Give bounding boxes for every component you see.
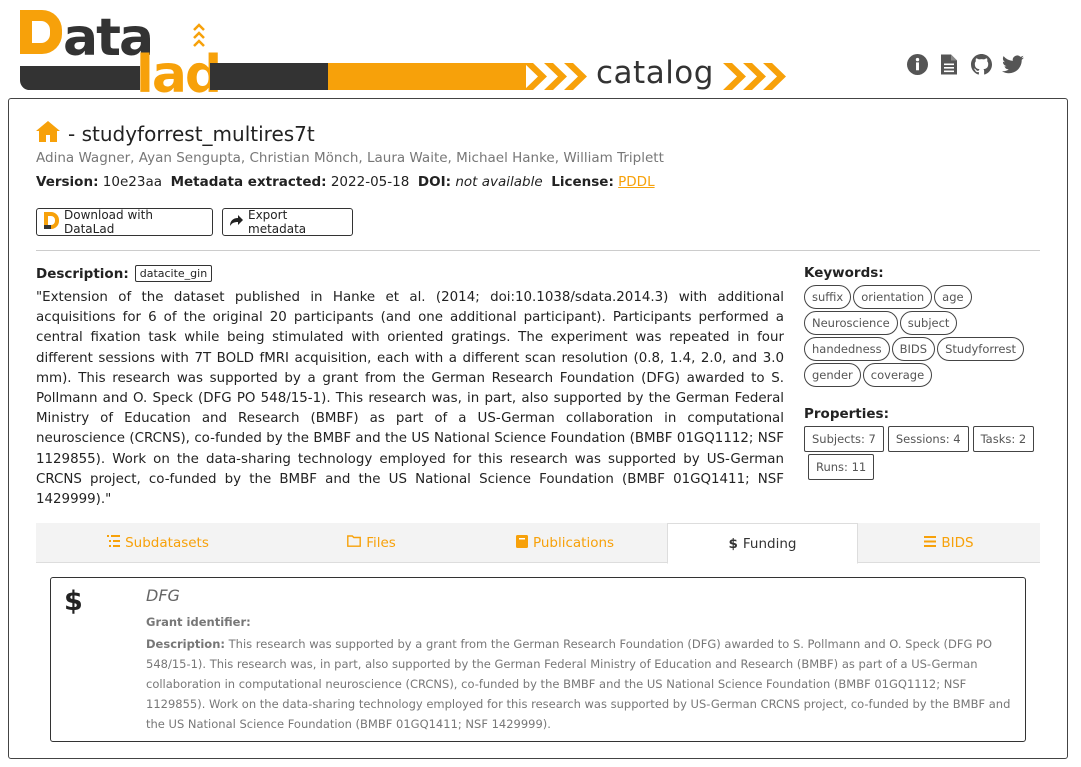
header-icon-links bbox=[906, 53, 1024, 75]
doi-value: not available bbox=[455, 174, 543, 190]
version-value: 10e23aa bbox=[102, 174, 162, 190]
folder-icon bbox=[347, 535, 362, 551]
keyword-pill[interactable]: suffix bbox=[804, 285, 852, 309]
description-label: Description: bbox=[36, 265, 129, 282]
funding-name: DFG bbox=[146, 586, 180, 605]
tab-label: Funding bbox=[742, 535, 797, 552]
metadata-extracted-value: 2022-05-18 bbox=[330, 174, 410, 190]
content-tabs: Subdatasets Files Publications $ Funding… bbox=[36, 523, 1040, 564]
home-icon[interactable] bbox=[36, 121, 60, 146]
property-badge: Runs: 11 bbox=[808, 454, 875, 480]
download-with-datalad-button[interactable]: Download with DataLad bbox=[36, 208, 213, 236]
export-metadata-button[interactable]: Export metadata bbox=[222, 208, 353, 236]
share-icon bbox=[230, 214, 243, 230]
catalog-label: catalog bbox=[596, 55, 714, 91]
bars-icon bbox=[924, 535, 937, 551]
keyword-pill[interactable]: coverage bbox=[862, 363, 933, 387]
dataset-authors: Adina Wagner, Ayan Sengupta, Christian M… bbox=[36, 150, 664, 166]
metadata-extracted-label: Metadata extracted: bbox=[170, 174, 327, 190]
license-link[interactable]: PDDL bbox=[618, 174, 654, 190]
tab-bids[interactable]: BIDS bbox=[858, 523, 1040, 563]
keyword-pill[interactable]: BIDS bbox=[891, 337, 936, 361]
keyword-pill[interactable]: handedness bbox=[804, 337, 890, 361]
funding-description-text: This research was supported by a grant f… bbox=[146, 637, 1011, 731]
datalad-icon bbox=[44, 212, 59, 232]
tab-label: Files bbox=[366, 535, 396, 551]
dataset-title: - studyforrest_multires7t bbox=[68, 121, 315, 146]
grant-identifier-label: Grant identifier: bbox=[146, 615, 251, 629]
tab-label: BIDS bbox=[941, 535, 974, 551]
keyword-pill[interactable]: Neuroscience bbox=[804, 311, 898, 335]
dataset-title-row: - studyforrest_multires7t bbox=[36, 121, 315, 146]
tab-label: Publications bbox=[532, 535, 615, 551]
dataset-card: - studyforrest_multires7t Adina Wagner, … bbox=[8, 98, 1068, 759]
dataset-meta: Version: 10e23aa Metadata extracted: 202… bbox=[36, 174, 655, 190]
property-badge: Tasks: 2 bbox=[972, 426, 1035, 452]
funding-description: Description: This research was supported… bbox=[146, 634, 1014, 734]
keyword-pill[interactable]: subject bbox=[899, 311, 958, 335]
tab-label: Subdatasets bbox=[125, 535, 209, 551]
keyword-pill[interactable]: gender bbox=[804, 363, 861, 387]
export-button-label: Export metadata bbox=[248, 208, 307, 236]
license-label: License: bbox=[551, 174, 614, 190]
datalad-logo[interactable]: ata lad catalog bbox=[18, 8, 798, 94]
version-label: Version: bbox=[36, 174, 99, 190]
keyword-pill[interactable]: age bbox=[934, 285, 972, 309]
doi-label: DOI: bbox=[417, 174, 452, 190]
property-badge: Sessions: 4 bbox=[887, 426, 969, 452]
keyword-pill[interactable]: orientation bbox=[853, 285, 933, 309]
download-button-label: Download with DataLad bbox=[64, 208, 153, 236]
description-text: "Extension of the dataset published in H… bbox=[36, 290, 784, 508]
divider bbox=[36, 250, 1040, 251]
tab-publications[interactable]: Publications bbox=[463, 523, 667, 563]
tab-files[interactable]: Files bbox=[280, 523, 463, 563]
twitter-icon[interactable] bbox=[1002, 53, 1024, 75]
svg-text:lad: lad bbox=[136, 45, 220, 94]
funding-description-label: Description: bbox=[146, 637, 225, 651]
list-icon bbox=[107, 535, 121, 551]
info-icon[interactable] bbox=[906, 53, 928, 75]
description-header: Description: datacite_gin bbox=[36, 265, 213, 282]
funding-panel: $ DFG Grant identifier: Description: Thi… bbox=[50, 577, 1026, 742]
dollar-icon: $ bbox=[728, 535, 738, 552]
github-icon[interactable] bbox=[970, 53, 992, 75]
property-badge: Subjects: 7 bbox=[804, 426, 884, 452]
keyword-pill[interactable]: Studyforrest bbox=[937, 337, 1024, 361]
file-icon[interactable] bbox=[938, 53, 960, 75]
properties-list: Subjects: 7 Sessions: 4 Tasks: 2 Runs: 1… bbox=[804, 426, 1044, 482]
funding-dollar-icon: $ bbox=[64, 586, 83, 617]
tab-subdatasets[interactable]: Subdatasets bbox=[36, 523, 280, 563]
tab-funding[interactable]: $ Funding bbox=[667, 523, 858, 564]
keywords-label: Keywords: bbox=[804, 265, 884, 281]
properties-label: Properties: bbox=[804, 406, 889, 422]
description-source-tag: datacite_gin bbox=[134, 265, 213, 282]
book-icon bbox=[515, 534, 528, 552]
keywords-list: suffix orientation age Neuroscience subj… bbox=[804, 285, 1044, 389]
